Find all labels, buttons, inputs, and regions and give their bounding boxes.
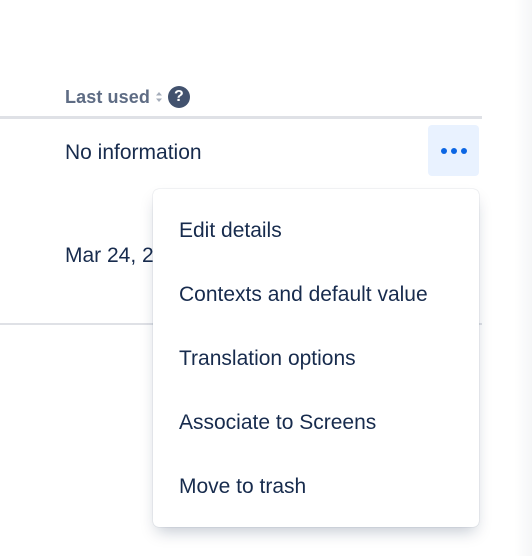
last-used-column-header[interactable]: Last used ? [65,84,190,110]
more-dot [460,147,467,154]
question-circle-icon[interactable]: ? [167,86,190,108]
panel-edge-shadow [514,0,532,556]
menu-item-associate-screens[interactable]: Associate to Screens [153,391,479,455]
sort-icon[interactable] [155,90,163,104]
more-actions-button[interactable] [428,125,479,176]
table-row-last-used: No information [65,141,202,164]
menu-item-contexts-default-value[interactable]: Contexts and default value [153,263,479,327]
more-dot [450,147,457,154]
column-header-label: Last used [65,86,150,107]
actions-dropdown-menu: Edit details Contexts and default value … [153,189,479,527]
menu-item-translation-options[interactable]: Translation options [153,327,479,391]
more-horizontal-icon [440,147,447,154]
table-row-last-used: Mar 24, 2 [65,244,154,267]
menu-item-move-to-trash[interactable]: Move to trash [153,455,479,519]
header-divider [0,116,482,119]
page: Last used ? No information Mar 24, 2 Edi… [0,0,532,556]
menu-item-edit-details[interactable]: Edit details [153,199,479,263]
